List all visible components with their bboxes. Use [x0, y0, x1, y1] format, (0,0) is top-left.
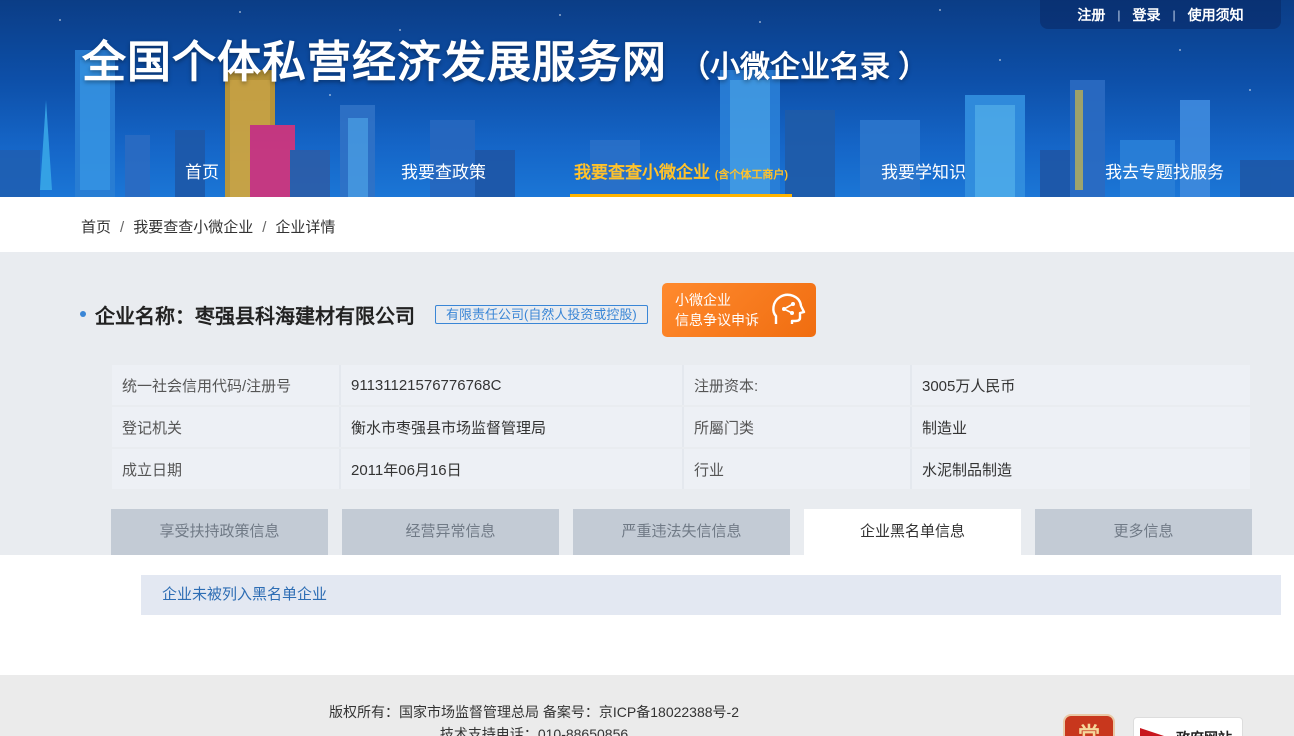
info-value: 制造业: [910, 407, 1250, 447]
info-label: 登记机关: [112, 407, 339, 447]
login-link[interactable]: 登录: [1121, 5, 1173, 25]
company-header: 企业名称： 枣强县科海建材有限公司 有限责任公司(自然人投资或控股): [80, 298, 648, 330]
nav-item-enterprise-search[interactable]: 我要查查小微企业 (含个体工商户): [570, 150, 793, 197]
tab-blacklist[interactable]: 企业黑名单信息: [804, 509, 1021, 555]
breadcrumb-separator: /: [262, 219, 267, 236]
info-label: 注册资本:: [682, 365, 910, 405]
info-label: 所屬门类: [682, 407, 910, 447]
table-row: 登记机关 衡水市枣强县市场监督管理局 所屬门类 制造业: [112, 407, 1250, 447]
info-label: 统一社会信用代码/注册号: [112, 365, 339, 405]
table-row: 统一社会信用代码/注册号 91131121576776768C 注册资本: 30…: [112, 365, 1250, 405]
flag-icon: [1140, 728, 1170, 736]
info-value: 水泥制品制造: [910, 449, 1250, 489]
company-info-table: 统一社会信用代码/注册号 91131121576776768C 注册资本: 30…: [112, 363, 1250, 491]
nav-item-services[interactable]: 我去专题找服务: [1105, 150, 1224, 197]
blacklist-status-message: 企业未被列入黑名单企业: [141, 575, 1281, 615]
info-value: 3005万人民币: [910, 365, 1250, 405]
info-label: 行业: [682, 449, 910, 489]
usage-notice-link[interactable]: 使用须知: [1176, 5, 1256, 25]
site-header: 全国个体私营经济发展服务网 （小微企业名录 ） 注册 | 登录 | 使用须知 首…: [0, 0, 1294, 197]
nav-item-label: 我要查查小微企业: [574, 163, 710, 182]
breadcrumb-current: 企业详情: [275, 219, 336, 236]
info-label: 成立日期: [112, 449, 339, 489]
site-subtitle: （小微企业名录 ）: [680, 51, 929, 84]
info-appeal-button[interactable]: 小微企业 信息争议申诉: [662, 283, 816, 337]
party-emblem-icon[interactable]: 党: [1063, 714, 1115, 736]
tab-support-policy[interactable]: 享受扶持政策信息: [111, 509, 328, 555]
footer-copyright: 版权所有：国家市场监督管理总局 备案号：京ICP备18022388号-2: [329, 704, 739, 720]
enterprise-detail-panel: 企业名称： 枣强县科海建材有限公司 有限责任公司(自然人投资或控股) 小微企业 …: [0, 252, 1294, 555]
nav-item-policy[interactable]: 我要查政策: [401, 150, 486, 197]
nav-item-note: (含个体工商户): [714, 169, 789, 181]
nav-item-knowledge[interactable]: 我要学知识: [881, 150, 966, 197]
company-name: 枣强县科海建材有限公司: [195, 305, 415, 328]
breadcrumb-separator: /: [120, 219, 125, 236]
table-row: 成立日期 2011年06月16日 行业 水泥制品制造: [112, 449, 1250, 489]
nav-item-home[interactable]: 首页: [185, 150, 219, 197]
support-head-icon: [772, 293, 806, 324]
site-title: 全国个体私营经济发展服务网: [82, 38, 667, 87]
tab-abnormal-operation[interactable]: 经营异常信息: [342, 509, 559, 555]
top-links-bar: 注册 | 登录 | 使用须知: [1040, 0, 1281, 29]
info-value: 2011年06月16日: [339, 449, 682, 489]
tab-more-info[interactable]: 更多信息: [1035, 509, 1252, 555]
company-type-badge: 有限责任公司(自然人投资或控股): [435, 304, 648, 324]
info-tabs: 享受扶持政策信息 经营异常信息 严重违法失信信息 企业黑名单信息 更多信息: [111, 509, 1252, 555]
bullet-icon: [80, 311, 86, 317]
main-nav: 首页 我要查政策 我要查查小微企业 (含个体工商户) 我要学知识 我去专题找服务: [0, 150, 1294, 197]
emblem-mark: 党: [1077, 723, 1100, 736]
site-footer: 版权所有：国家市场监督管理总局 备案号：京ICP备18022388号-2 技术支…: [0, 675, 1294, 736]
tab-serious-violation[interactable]: 严重违法失信信息: [573, 509, 790, 555]
company-name-label: 企业名称：: [95, 305, 195, 328]
info-value: 衡水市枣强县市场监督管理局: [339, 407, 682, 447]
gov-badge-label: 政府网站: [1176, 728, 1232, 736]
gov-website-badge[interactable]: 政府网站: [1133, 717, 1243, 736]
breadcrumb: 首页 / 我要查查小微企业 / 企业详情: [81, 216, 335, 237]
breadcrumb-enterprise-search[interactable]: 我要查查小微企业: [133, 219, 253, 236]
register-link[interactable]: 注册: [1065, 5, 1117, 25]
info-value: 91131121576776768C: [339, 365, 682, 405]
breadcrumb-home[interactable]: 首页: [81, 219, 111, 236]
footer-support-phone: 技术支持电话：010-88650856: [439, 726, 629, 736]
